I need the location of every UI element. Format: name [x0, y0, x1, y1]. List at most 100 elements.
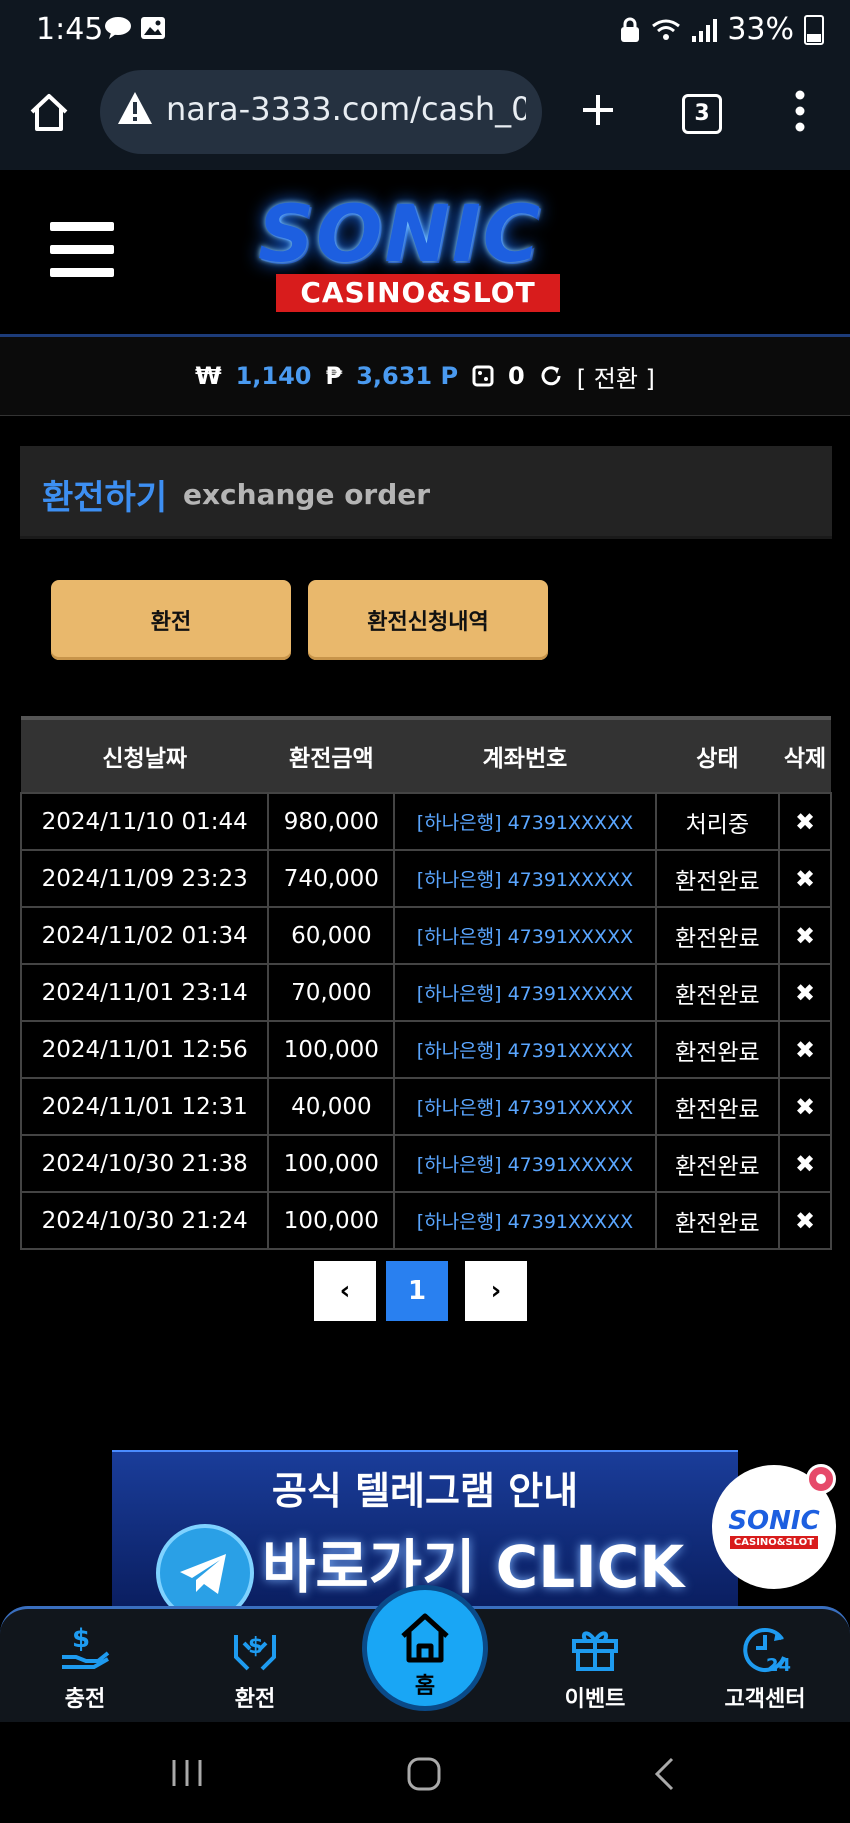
site-header: SONIC CASINO&SLOT — [0, 170, 850, 337]
wifi-icon — [652, 19, 681, 40]
delete-icon[interactable]: ✖ — [778, 1020, 832, 1079]
cell-status: 처리중 — [654, 792, 781, 851]
next-page-button[interactable]: › — [465, 1261, 527, 1321]
table-row: 2024/10/30 21:24 100,000 [하나은행] 47391XXX… — [19, 1191, 832, 1250]
table-row: 2024/10/30 21:38 100,000 [하나은행] 47391XXX… — [19, 1134, 832, 1193]
system-status: 33% — [619, 12, 824, 47]
url-text[interactable]: nara-3333.com/cash_02 — [166, 90, 526, 128]
table-row: 2024/11/10 01:44 980,000 [하나은행] 47391XXX… — [19, 792, 832, 851]
table-row: 2024/11/02 01:34 60,000 [하나은행] 47391XXXX… — [19, 906, 832, 965]
site-logo[interactable]: SONIC — [258, 190, 542, 280]
cell-date: 2024/11/01 12:31 — [19, 1077, 270, 1136]
image-icon — [141, 17, 165, 39]
point-symbol: ₱ — [325, 362, 343, 390]
cell-date: 2024/11/10 01:44 — [19, 792, 270, 851]
nav-event[interactable]: 이벤트 — [535, 1621, 655, 1713]
cell-account: [하나은행] 47391XXXXX — [393, 1134, 657, 1193]
nav-support[interactable]: 24 고객센터 — [705, 1621, 825, 1713]
cell-account: [하나은행] 47391XXXXX — [393, 1077, 657, 1136]
support-24-icon: 24 — [743, 1628, 791, 1675]
new-tab-icon[interactable] — [580, 92, 616, 128]
cell-account: [하나은행] 47391XXXXX — [393, 1191, 657, 1250]
page-number-button[interactable]: 1 — [386, 1261, 448, 1321]
refresh-icon[interactable] — [539, 364, 563, 388]
cell-status: 환전완료 — [654, 849, 781, 908]
banner-cta: 바로가기 CLICK — [262, 1533, 685, 1601]
cell-status: 환전완료 — [654, 1077, 781, 1136]
telegram-icon — [156, 1524, 254, 1608]
point-balance: 3,631 P — [356, 362, 459, 390]
lock-icon — [621, 17, 640, 42]
page-subtitle: exchange order — [183, 478, 431, 511]
float-logo-title: SONIC — [728, 1505, 820, 1536]
nav-exchange[interactable]: $ 환전 — [195, 1621, 315, 1713]
notification-dot-icon[interactable] — [806, 1464, 836, 1494]
home-nav-icon[interactable] — [406, 1756, 442, 1792]
float-logo-subtitle: CASINO&SLOT — [729, 1535, 819, 1549]
warning-icon[interactable] — [116, 90, 154, 126]
svg-text:$: $ — [72, 1624, 90, 1654]
home-icon — [401, 1613, 449, 1663]
cell-amount: 100,000 — [267, 1134, 396, 1193]
delete-icon[interactable]: ✖ — [778, 963, 832, 1022]
address-bar[interactable]: nara-3333.com/cash_02 — [100, 70, 542, 154]
delete-icon[interactable]: ✖ — [778, 849, 832, 908]
notification-icons — [104, 16, 166, 40]
delete-icon[interactable]: ✖ — [778, 1191, 832, 1250]
won-balance: 1,140 — [235, 362, 312, 390]
browser-toolbar: nara-3333.com/cash_02 3 — [0, 60, 850, 170]
chip-balance: 0 — [508, 362, 525, 390]
dice-icon — [472, 365, 494, 387]
status-time: 1:45 — [36, 12, 104, 47]
deposit-icon: $ — [62, 1624, 110, 1669]
exchange-tab-button[interactable]: 환전 — [51, 580, 291, 660]
tab-switcher-button[interactable]: 3 — [682, 94, 722, 134]
delete-icon[interactable]: ✖ — [778, 1134, 832, 1193]
back-icon[interactable] — [652, 1756, 676, 1792]
battery-icon — [804, 14, 824, 45]
cell-status: 환전완료 — [654, 963, 781, 1022]
battery-percent: 33% — [727, 12, 794, 47]
home-icon[interactable] — [28, 92, 70, 132]
delete-icon[interactable]: ✖ — [778, 792, 832, 851]
exchange-history-tab-button[interactable]: 환전신청내역 — [308, 580, 548, 660]
cell-amount: 40,000 — [267, 1077, 396, 1136]
cell-account: [하나은행] 47391XXXXX — [393, 792, 657, 851]
nav-home[interactable]: 홈 — [362, 1585, 488, 1711]
delete-icon[interactable]: ✖ — [778, 1077, 832, 1136]
gift-icon — [572, 1631, 618, 1671]
prev-page-button[interactable]: ‹ — [314, 1261, 376, 1321]
chat-talk-icon — [105, 17, 131, 39]
table-row: 2024/11/01 23:14 70,000 [하나은행] 47391XXXX… — [19, 963, 832, 1022]
banner-title: 공식 텔레그램 안내 — [271, 1469, 579, 1513]
header-date: 신청날짜 — [21, 716, 269, 793]
status-bar: 1:45 33% — [0, 0, 850, 60]
cell-date: 2024/11/02 01:34 — [19, 906, 270, 965]
table-row: 2024/11/09 23:23 740,000 [하나은행] 47391XXX… — [19, 849, 832, 908]
table-row: 2024/11/01 12:56 100,000 [하나은행] 47391XXX… — [19, 1020, 832, 1079]
convert-link[interactable]: [ 전환 ] — [577, 359, 655, 394]
cell-account: [하나은행] 47391XXXXX — [393, 963, 657, 1022]
system-nav-bar — [0, 1722, 850, 1823]
header-delete: 삭제 — [779, 716, 831, 793]
cell-status: 환전완료 — [654, 1134, 781, 1193]
balance-bar: ₩ 1,140 ₱ 3,631 P 0 [ 전환 ] — [0, 337, 850, 416]
cell-date: 2024/10/30 21:38 — [19, 1134, 270, 1193]
cell-date: 2024/11/01 23:14 — [19, 963, 270, 1022]
site-logo-subtitle[interactable]: CASINO&SLOT — [276, 274, 560, 312]
signal-icon — [692, 18, 718, 42]
menu-icon[interactable] — [50, 222, 114, 280]
cell-date: 2024/10/30 21:24 — [19, 1191, 270, 1250]
more-menu-icon[interactable] — [790, 90, 810, 132]
cell-status: 환전완료 — [654, 906, 781, 965]
cell-amount: 100,000 — [267, 1020, 396, 1079]
delete-icon[interactable]: ✖ — [778, 906, 832, 965]
section-header: 환전하기 exchange order — [20, 446, 832, 539]
cell-date: 2024/11/01 12:56 — [19, 1020, 270, 1079]
exchange-history-table: 신청날짜 환전금액 계좌번호 상태 삭제 2024/11/10 01:44 98… — [19, 716, 832, 1250]
header-status: 상태 — [655, 716, 780, 793]
header-amount: 환전금액 — [268, 716, 395, 793]
page-title: 환전하기 — [42, 478, 168, 518]
recent-apps-icon[interactable] — [170, 1758, 204, 1788]
nav-deposit[interactable]: $ 충전 — [25, 1621, 145, 1713]
